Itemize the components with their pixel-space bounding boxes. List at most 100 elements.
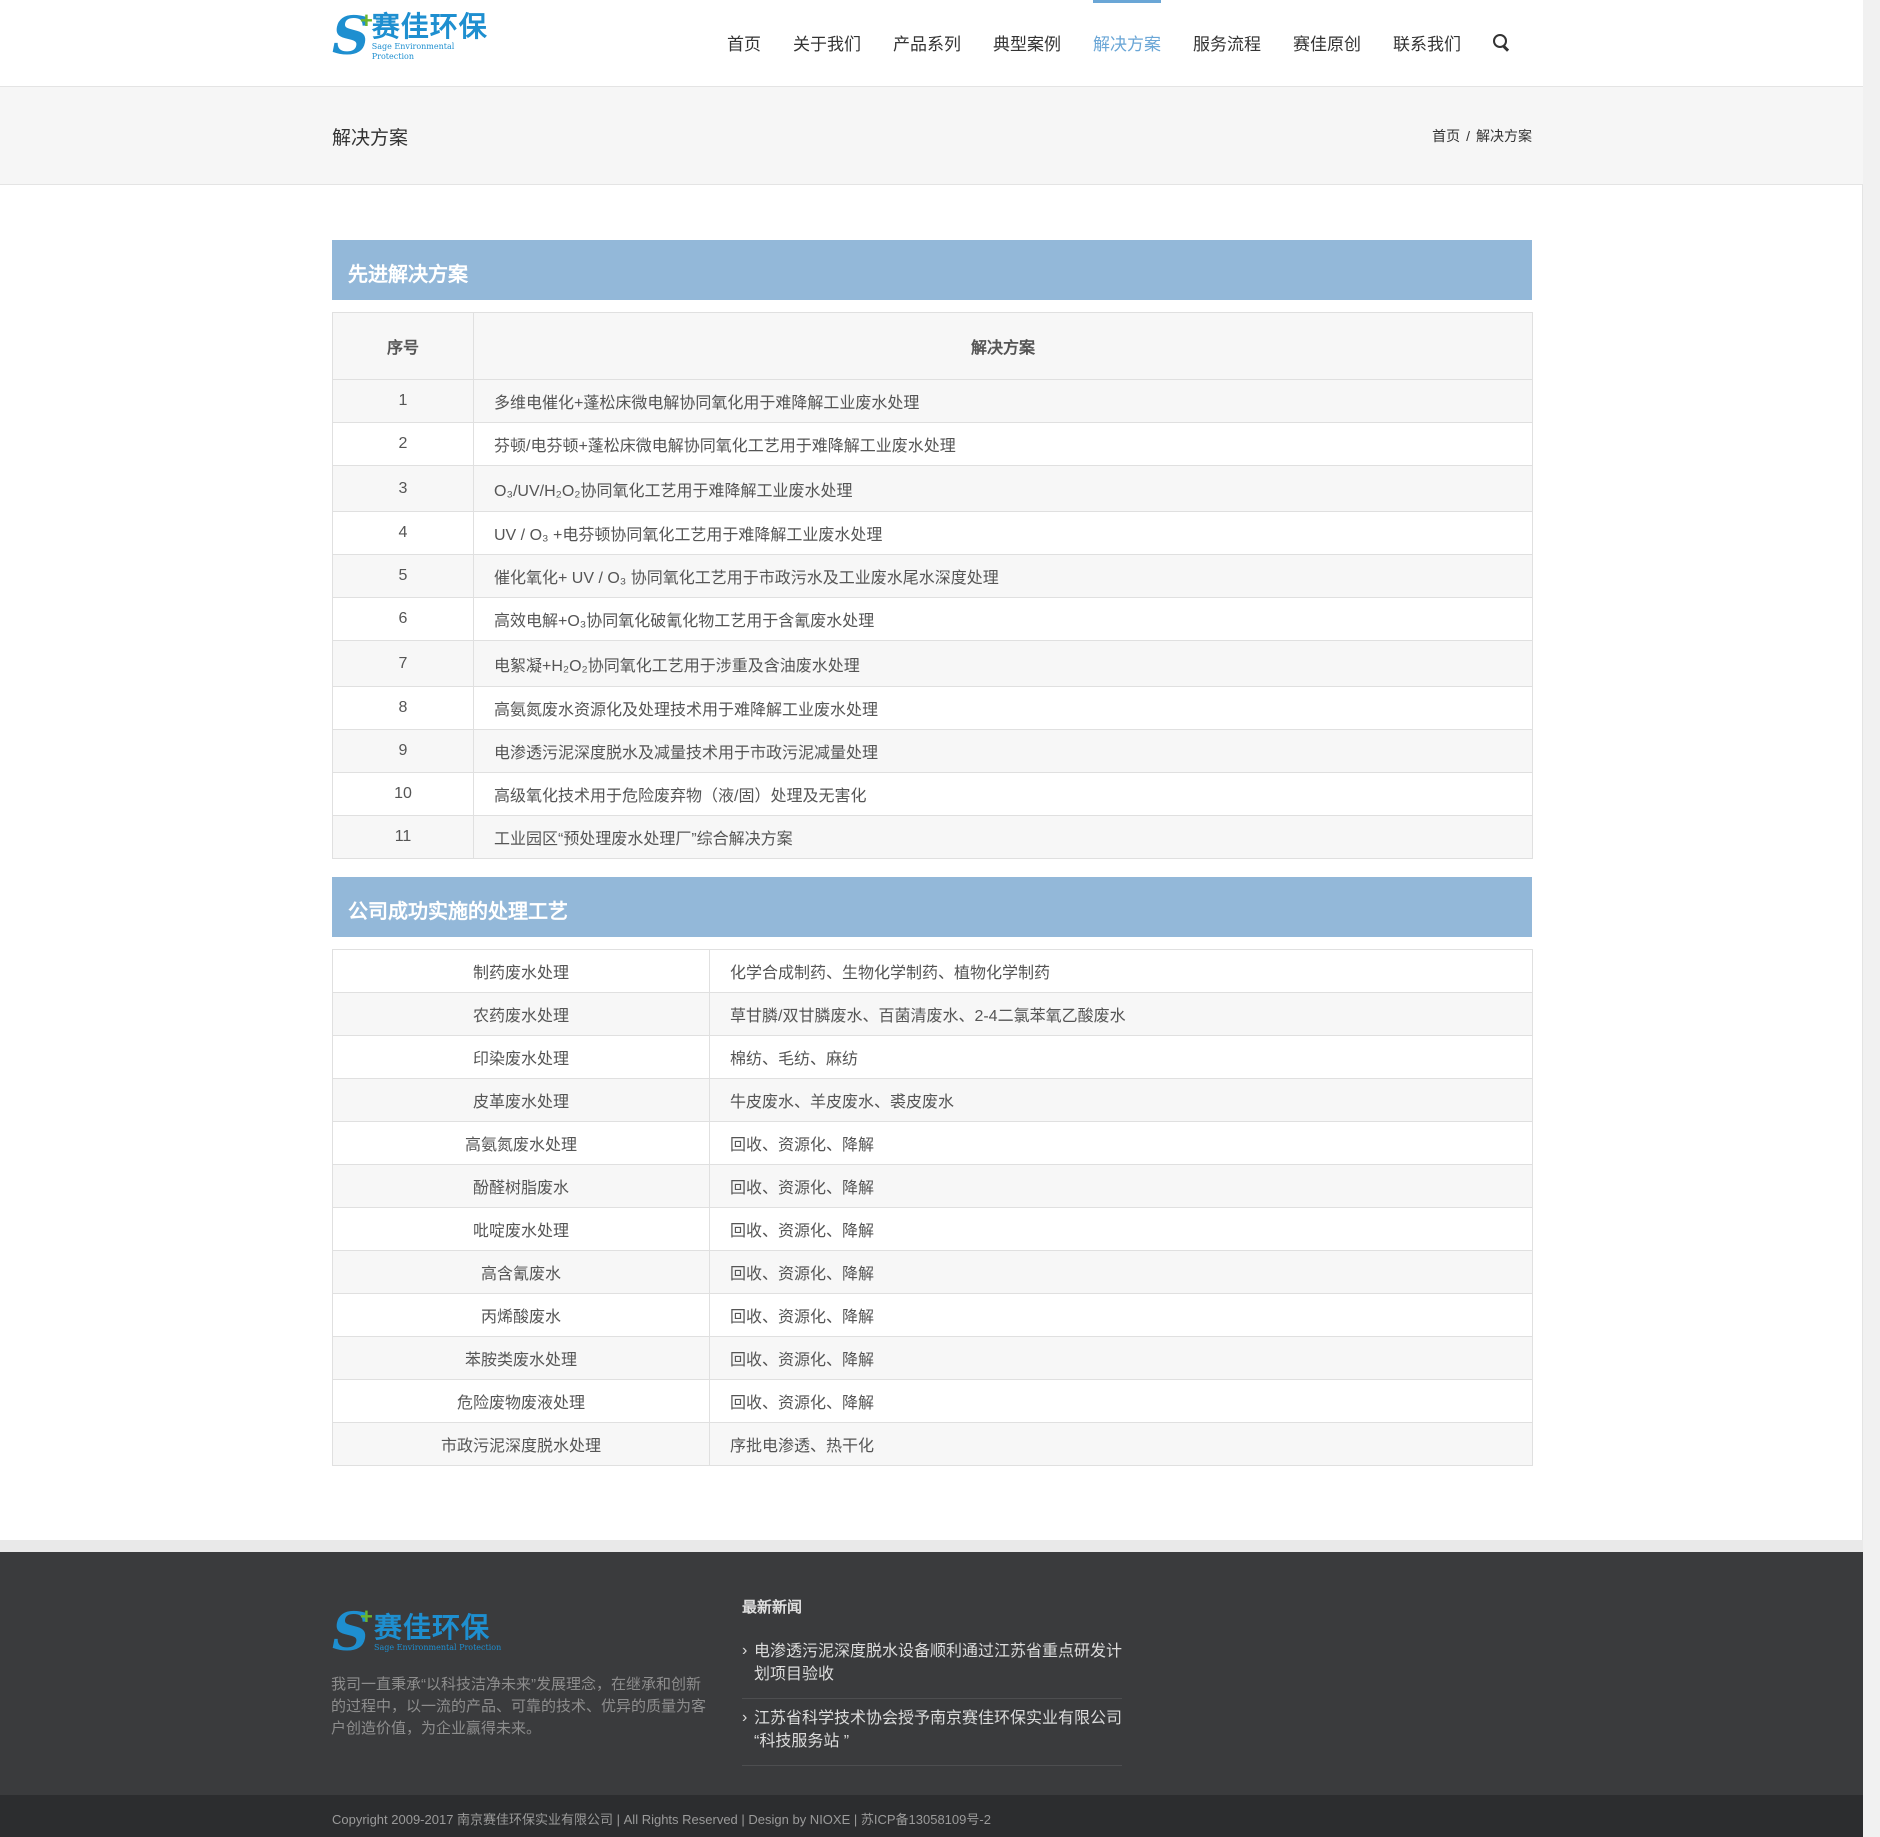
- table-header-row: 序号 解决方案: [332, 312, 1533, 380]
- table-row: 危险废物废液处理 回收、资源化、降解: [332, 1379, 1533, 1423]
- logo-mark-icon: S +: [332, 6, 373, 67]
- scrollbar[interactable]: [1862, 0, 1880, 1837]
- solutions-table: 序号 解决方案 1 多维电催化+蓬松床微电解协同氧化用于难降解工业废水处理 2 …: [332, 312, 1533, 859]
- logo-mark-icon: S +: [332, 1602, 373, 1663]
- row-number: 1: [332, 379, 474, 423]
- nav-original[interactable]: 赛佳原创: [1293, 0, 1361, 86]
- section-implemented-processes-header: 公司成功实施的处理工艺: [332, 877, 1532, 937]
- table-row: 9 电渗透污泥深度脱水及减量技术用于市政污泥减量处理: [332, 729, 1533, 773]
- row-solution: 高氨氮废水资源化及处理技术用于难降解工业废水处理: [473, 686, 1533, 730]
- row-number: 7: [332, 640, 474, 687]
- row-category: 制药废水处理: [332, 949, 710, 993]
- table-row: 高含氰废水 回收、资源化、降解: [332, 1250, 1533, 1294]
- row-solution: 电渗透污泥深度脱水及减量技术用于市政污泥减量处理: [473, 729, 1533, 773]
- search-icon[interactable]: [1493, 34, 1511, 52]
- row-description: 序批电渗透、热干化: [709, 1422, 1533, 1466]
- row-category: 危险废物废液处理: [332, 1379, 710, 1423]
- row-category: 苯胺类废水处理: [332, 1336, 710, 1380]
- site-footer: S + 赛佳环保 Sage Environmental Protection 我司…: [0, 1540, 1863, 1807]
- table-row: 6 高效电解+O₃协同氧化破氰化物工艺用于含氰废水处理: [332, 597, 1533, 641]
- logo-text-cn: 赛佳环保: [374, 1612, 491, 1643]
- section-advanced-solutions-header: 先进解决方案: [332, 240, 1532, 300]
- row-number: 6: [332, 597, 474, 641]
- table-row: 苯胺类废水处理 回收、资源化、降解: [332, 1336, 1533, 1380]
- table-row: 皮革废水处理 牛皮废水、羊皮废水、裘皮废水: [332, 1078, 1533, 1122]
- table-row: 制药废水处理 化学合成制药、生物化学制药、植物化学制药: [332, 949, 1533, 993]
- row-solution: 芬顿/电芬顿+蓬松床微电解协同氧化工艺用于难降解工业废水处理: [473, 422, 1533, 466]
- breadcrumb-separator: /: [1466, 128, 1470, 144]
- footer-description: 我司一直秉承“以科技洁净未来”发展理念，在继承和创新的过程中，以一流的产品、可靠…: [331, 1676, 707, 1737]
- row-category: 吡啶废水处理: [332, 1207, 710, 1251]
- row-category: 高氨氮废水处理: [332, 1121, 710, 1165]
- logo-text-cn: 赛佳环保: [371, 11, 488, 42]
- main-nav: 首页 关于我们 产品系列 典型案例 解决方案 服务流程 赛佳原创 联系我们: [695, 0, 1511, 86]
- logo-text-en: Sage Environmental Protection: [374, 1643, 502, 1652]
- row-number: 8: [332, 686, 474, 730]
- table-row: 酚醛树脂废水 回收、资源化、降解: [332, 1164, 1533, 1208]
- table-row: 11 工业园区“预处理废水处理厂”综合解决方案: [332, 815, 1533, 859]
- breadcrumb: 首页 / 解决方案: [1432, 126, 1532, 146]
- processes-table: 制药废水处理 化学合成制药、生物化学制药、植物化学制药 农药废水处理 草甘膦/双…: [332, 949, 1533, 1466]
- table-row: 2 芬顿/电芬顿+蓬松床微电解协同氧化工艺用于难降解工业废水处理: [332, 422, 1533, 466]
- breadcrumb-current: 解决方案: [1476, 128, 1532, 144]
- table-row: 丙烯酸废水 回收、资源化、降解: [332, 1293, 1533, 1337]
- table-row: 5 催化氧化+ UV / O₃ 协同氧化工艺用于市政污水及工业废水尾水深度处理: [332, 554, 1533, 598]
- nav-solutions[interactable]: 解决方案: [1093, 0, 1161, 86]
- nav-products[interactable]: 产品系列: [893, 0, 961, 86]
- row-description: 回收、资源化、降解: [709, 1250, 1533, 1294]
- table-row: 印染废水处理 棉纺、毛纺、麻纺: [332, 1035, 1533, 1079]
- row-description: 牛皮废水、羊皮废水、裘皮废水: [709, 1078, 1533, 1122]
- row-solution: 电絮凝+H₂O₂协同氧化工艺用于涉重及含油废水处理: [473, 640, 1533, 687]
- row-description: 棉纺、毛纺、麻纺: [709, 1035, 1533, 1079]
- footer-news-list: 电渗透污泥深度脱水设备顺利通过江苏省重点研发计划项目验收 江苏省科学技术协会授予…: [742, 1632, 1122, 1766]
- row-category: 皮革废水处理: [332, 1078, 710, 1122]
- copyright-text: Copyright 2009-2017 南京赛佳环保实业有限公司 | All R…: [332, 1812, 991, 1827]
- site-header: S + 赛佳环保 Sage Environmental Protection 首页…: [0, 0, 1863, 87]
- page-title-bar: 解决方案 首页 / 解决方案: [0, 87, 1863, 185]
- logo-text-en: Sage Environmental Protection: [371, 42, 455, 61]
- nav-cases[interactable]: 典型案例: [993, 0, 1061, 86]
- table-row: 7 电絮凝+H₂O₂协同氧化工艺用于涉重及含油废水处理: [332, 640, 1533, 687]
- row-category: 印染废水处理: [332, 1035, 710, 1079]
- row-description: 化学合成制药、生物化学制药、植物化学制药: [709, 949, 1533, 993]
- row-solution: 高级氧化技术用于危险废弃物（液/固）处理及无害化: [473, 772, 1533, 816]
- table-row: 4 UV / O₃ +电芬顿协同氧化工艺用于难降解工业废水处理: [332, 511, 1533, 555]
- table-row: 农药废水处理 草甘膦/双甘膦废水、百菌清废水、2-4二氯苯氧乙酸废水: [332, 992, 1533, 1036]
- row-number: 11: [332, 815, 474, 859]
- page-title: 解决方案: [332, 128, 409, 149]
- nav-home[interactable]: 首页: [727, 0, 761, 86]
- news-link[interactable]: 江苏省科学技术协会授予南京赛佳环保实业有限公司 “科技服务站 ”: [742, 1699, 1122, 1766]
- table-row: 吡啶废水处理 回收、资源化、降解: [332, 1207, 1533, 1251]
- row-number: 4: [332, 511, 474, 555]
- row-category: 高含氰废水: [332, 1250, 710, 1294]
- row-description: 草甘膦/双甘膦废水、百菌清废水、2-4二氯苯氧乙酸废水: [709, 992, 1533, 1036]
- nav-service-process[interactable]: 服务流程: [1193, 0, 1261, 86]
- nav-about[interactable]: 关于我们: [793, 0, 861, 86]
- breadcrumb-home[interactable]: 首页: [1432, 128, 1460, 144]
- row-description: 回收、资源化、降解: [709, 1121, 1533, 1165]
- column-header-solution: 解决方案: [473, 312, 1533, 380]
- news-link[interactable]: 电渗透污泥深度脱水设备顺利通过江苏省重点研发计划项目验收: [742, 1632, 1122, 1699]
- column-header-number: 序号: [332, 312, 474, 380]
- row-solution: O₃/UV/H₂O₂协同氧化工艺用于难降解工业废水处理: [473, 465, 1533, 512]
- row-solution: UV / O₃ +电芬顿协同氧化工艺用于难降解工业废水处理: [473, 511, 1533, 555]
- table-row: 8 高氨氮废水资源化及处理技术用于难降解工业废水处理: [332, 686, 1533, 730]
- row-category: 丙烯酸废水: [332, 1293, 710, 1337]
- row-number: 5: [332, 554, 474, 598]
- row-category: 酚醛树脂废水: [332, 1164, 710, 1208]
- row-solution: 工业园区“预处理废水处理厂”综合解决方案: [473, 815, 1533, 859]
- row-category: 市政污泥深度脱水处理: [332, 1422, 710, 1466]
- table-row: 3 O₃/UV/H₂O₂协同氧化工艺用于难降解工业废水处理: [332, 465, 1533, 512]
- row-category: 农药废水处理: [332, 992, 710, 1036]
- row-description: 回收、资源化、降解: [709, 1379, 1533, 1423]
- copyright-bar: Copyright 2009-2017 南京赛佳环保实业有限公司 | All R…: [0, 1795, 1863, 1837]
- footer-logo[interactable]: S + 赛佳环保 Sage Environmental Protection: [332, 1602, 502, 1663]
- site-logo[interactable]: S + 赛佳环保 Sage Environmental Protection: [332, 6, 492, 67]
- section-title: 先进解决方案: [348, 264, 468, 286]
- row-description: 回收、资源化、降解: [709, 1336, 1533, 1380]
- section-title: 公司成功实施的处理工艺: [348, 901, 568, 923]
- table-row: 10 高级氧化技术用于危险废弃物（液/固）处理及无害化: [332, 772, 1533, 816]
- row-description: 回收、资源化、降解: [709, 1164, 1533, 1208]
- nav-contact[interactable]: 联系我们: [1393, 0, 1461, 86]
- row-number: 10: [332, 772, 474, 816]
